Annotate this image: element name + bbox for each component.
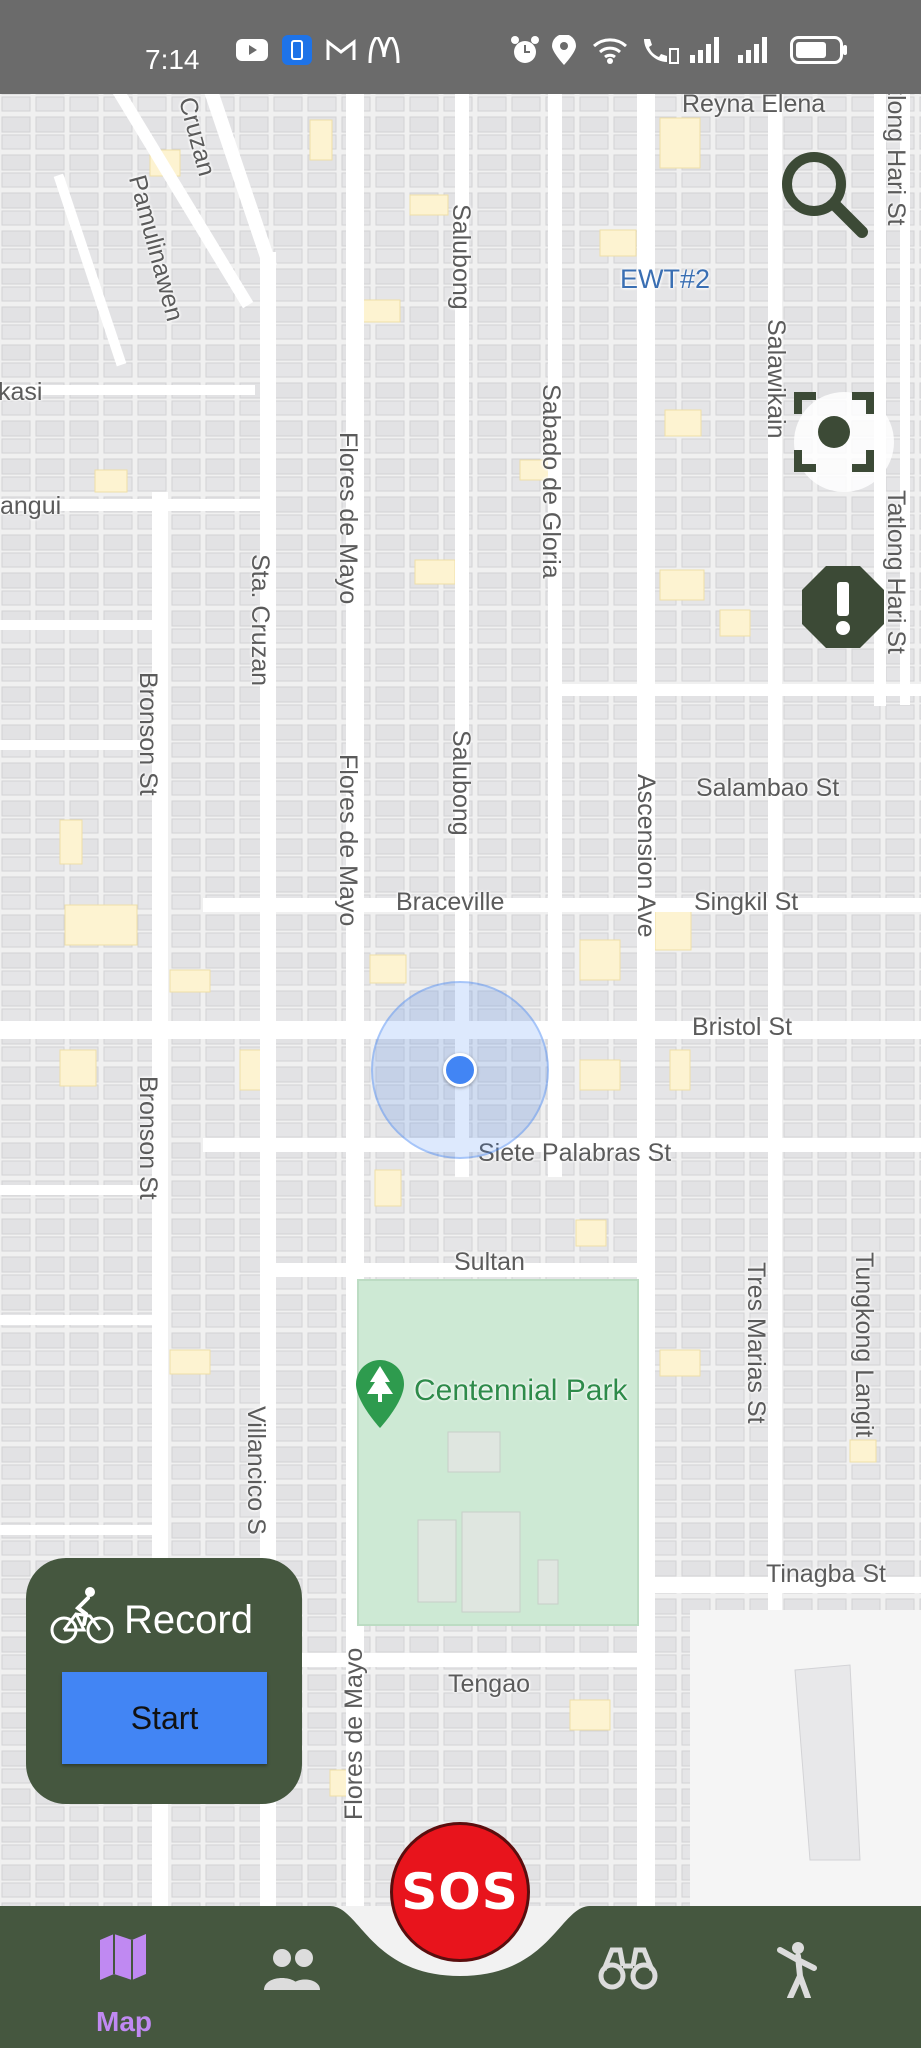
street-label: Tengao — [448, 1670, 531, 1698]
street-label: Tungkong Langit — [850, 1252, 878, 1438]
street-label: Tinagba St — [766, 1560, 886, 1588]
nav-item-map[interactable]: Map — [44, 1906, 204, 2048]
activity-icon — [777, 1942, 817, 1998]
status-time: 7:14 — [145, 44, 200, 75]
street-label: Sultan — [454, 1248, 525, 1276]
street-label: Villancico S — [242, 1406, 270, 1535]
youtube-icon — [236, 39, 268, 61]
search-button[interactable] — [776, 146, 886, 256]
bicycle-icon — [50, 1587, 114, 1644]
start-button[interactable]: Start — [62, 1672, 267, 1764]
street-label: Flores de Mayo — [340, 1647, 368, 1820]
nav-item-people[interactable] — [212, 1906, 372, 2048]
map-icon — [100, 1934, 146, 1980]
park-tree-icon — [356, 1360, 404, 1428]
location-icon — [552, 35, 576, 65]
nav-label-map: Map — [96, 2006, 152, 2037]
wifi-icon — [593, 38, 627, 64]
volte-call-icon — [644, 39, 679, 64]
street-label: Bronson St — [134, 1076, 162, 1200]
mcdonalds-icon — [368, 37, 400, 63]
nav-item-binoculars[interactable] — [548, 1906, 708, 2048]
alarm-icon — [511, 36, 539, 63]
street-label: Sta. Cruzan — [246, 554, 274, 687]
battery-icon — [790, 36, 847, 64]
app-icon — [282, 35, 312, 65]
ewt-label: EWT#2 — [620, 264, 711, 294]
street-label: Salubong — [447, 730, 475, 836]
street-label: Salubong — [447, 204, 475, 310]
street-label: Flores de Mayo — [334, 432, 362, 605]
record-card: Record Start — [26, 1558, 302, 1804]
center-location-button[interactable] — [794, 392, 894, 492]
binoculars-icon — [598, 1947, 658, 1990]
alert-icon — [802, 566, 884, 648]
nav-item-activity[interactable] — [716, 1906, 876, 2048]
street-label: Bronson St — [134, 672, 162, 796]
gmail-icon — [326, 38, 356, 60]
signal-icon — [738, 37, 767, 63]
street-label: kasi — [0, 378, 43, 406]
street-label: Reyna Elena — [682, 94, 826, 118]
record-title: Record — [124, 1598, 253, 1642]
street-label: Salawikain — [762, 319, 790, 439]
status-bar: 7:14 — [0, 0, 921, 94]
report-button[interactable] — [800, 564, 890, 654]
street-label: angui — [0, 492, 62, 520]
sos-button[interactable]: SOS — [390, 1822, 530, 1962]
center-location-icon — [794, 392, 874, 472]
people-icon — [264, 1949, 320, 1990]
street-label: Bristol St — [692, 1013, 793, 1041]
street-label: Sabado de Gloria — [537, 384, 565, 579]
street-label: Salambao St — [696, 774, 840, 802]
street-label: Flores de Mayo — [334, 754, 362, 927]
street-label: Tres Marias St — [742, 1262, 770, 1424]
street-label: Singkil St — [694, 888, 799, 916]
signal-icon — [690, 37, 719, 63]
current-location-dot[interactable] — [443, 1053, 477, 1087]
street-label: Braceville — [396, 888, 505, 916]
park-label[interactable]: Centennial Park — [414, 1374, 627, 1408]
street-label: Ascension Ave — [632, 774, 660, 938]
search-icon — [782, 152, 868, 238]
